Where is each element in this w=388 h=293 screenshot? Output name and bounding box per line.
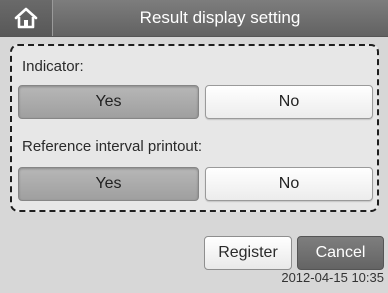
home-button[interactable]: [0, 0, 53, 36]
indicator-no-option[interactable]: No: [205, 85, 373, 119]
page-title: Result display setting: [139, 8, 301, 27]
reference-interval-label: Reference interval printout:: [22, 138, 203, 155]
reference-interval-yes-option[interactable]: Yes: [18, 167, 199, 201]
title-bar: Result display setting: [0, 0, 388, 37]
indicator-yes-option[interactable]: Yes: [18, 85, 199, 119]
settings-panel: Indicator: Yes No Reference interval pri…: [10, 44, 379, 212]
register-button[interactable]: Register: [204, 236, 292, 270]
indicator-label: Indicator:: [22, 58, 84, 75]
home-icon: [14, 7, 38, 29]
datetime-display: 2012-04-15 10:35: [281, 270, 384, 285]
cancel-button[interactable]: Cancel: [297, 236, 384, 270]
reference-interval-no-option[interactable]: No: [205, 167, 373, 201]
